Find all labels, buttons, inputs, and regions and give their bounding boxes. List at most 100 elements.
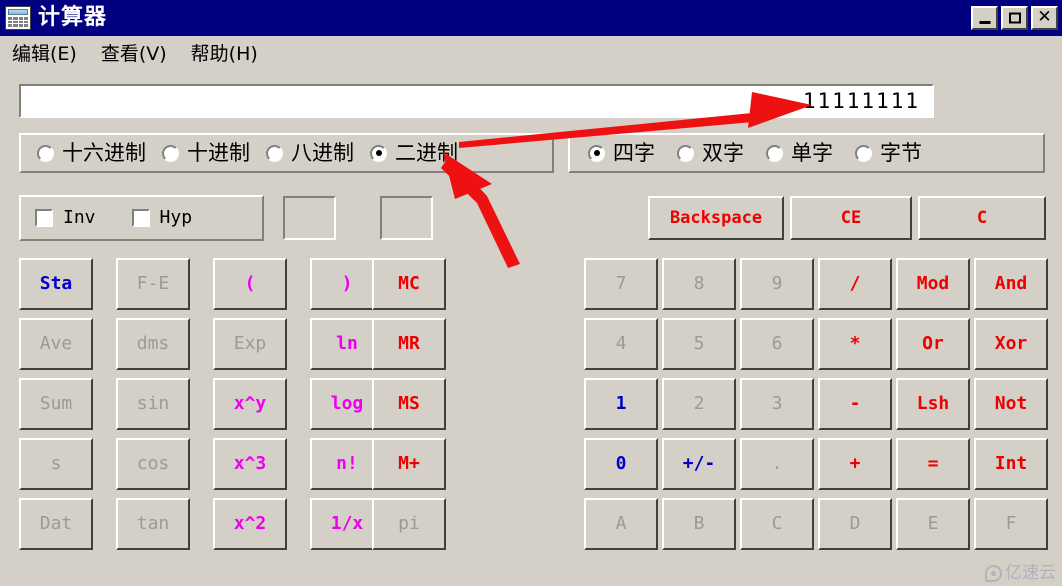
key-a[interactable]: A [584,498,658,550]
display-value: 11111111 [802,89,920,113]
key-subtract[interactable]: - [818,378,892,430]
key-sin[interactable]: sin [116,378,190,430]
menu-item-view[interactable]: 查看(V) [99,38,169,67]
radio-dec[interactable]: 十进制 [162,140,250,165]
key-x-squared[interactable]: x^2 [213,498,287,550]
key-add[interactable]: + [818,438,892,490]
calculator-icon [5,6,31,30]
key-mc[interactable]: MC [372,258,446,310]
key-6[interactable]: 6 [740,318,814,370]
key-dat[interactable]: Dat [19,498,93,550]
key-not[interactable]: Not [974,378,1048,430]
radio-qword[interactable]: 四字 [588,140,655,165]
key-dms[interactable]: dms [116,318,190,370]
key-7[interactable]: 7 [584,258,658,310]
radio-dword-label: 双字 [702,140,744,165]
key-multiply[interactable]: * [818,318,892,370]
radio-dot-selected-icon [588,144,605,162]
key-ave[interactable]: Ave [19,318,93,370]
radio-binary[interactable]: 二进制 [370,140,458,165]
menu-item-edit[interactable]: 编辑(E) [10,38,79,67]
radio-qword-label: 四字 [613,140,655,165]
key-fe[interactable]: F-E [116,258,190,310]
key-x-pow-y[interactable]: x^y [213,378,287,430]
radio-dot-icon [162,144,179,162]
key-exp[interactable]: Exp [213,318,287,370]
checkbox-icon [35,209,53,227]
word-size-group: 四字 双字 单字 字节 [568,133,1045,173]
key-b[interactable]: B [662,498,736,550]
key-s[interactable]: s [19,438,93,490]
key-equals[interactable]: = [896,438,970,490]
key-2[interactable]: 2 [662,378,736,430]
key-and[interactable]: And [974,258,1048,310]
checkbox-inv-label: Inv [63,207,96,228]
radio-dot-icon [855,144,872,162]
status-slot-2 [380,196,433,240]
radio-binary-label: 二进制 [395,140,458,165]
radio-dec-label: 十进制 [187,140,250,165]
key-lparen[interactable]: ( [213,258,287,310]
checkbox-inv[interactable]: Inv [35,209,96,227]
watermark: 亿速云 [985,565,1056,582]
minimize-button[interactable] [971,6,998,30]
window-title: 计算器 [38,5,108,30]
radio-dot-icon [766,144,783,162]
menu-item-help[interactable]: 帮助(H) [189,38,260,67]
ce-button[interactable]: CE [790,196,912,240]
radio-oct-label: 八进制 [291,140,354,165]
key-x-cubed[interactable]: x^3 [213,438,287,490]
key-divide[interactable]: / [818,258,892,310]
radio-hex-label: 十六进制 [62,140,146,165]
key-4[interactable]: 4 [584,318,658,370]
checkbox-icon [131,209,150,227]
watermark-logo-icon [985,565,1002,582]
key-decimal-point[interactable]: . [740,438,814,490]
radio-dword[interactable]: 双字 [677,140,744,165]
key-1[interactable]: 1 [584,378,658,430]
key-3[interactable]: 3 [740,378,814,430]
calculator-window: 计算器 ✕ 编辑(E) 查看(V) 帮助(H) 11111111 十六进制 十进… [0,0,1062,586]
key-lsh[interactable]: Lsh [896,378,970,430]
radio-dot-icon [37,144,54,162]
key-c-hex[interactable]: C [740,498,814,550]
key-0[interactable]: 0 [584,438,658,490]
key-8[interactable]: 8 [662,258,736,310]
backspace-button[interactable]: Backspace [648,196,784,240]
key-sta[interactable]: Sta [19,258,93,310]
key-e[interactable]: E [896,498,970,550]
key-tan[interactable]: tan [116,498,190,550]
key-mr[interactable]: MR [372,318,446,370]
radio-dot-icon [266,144,283,162]
key-d[interactable]: D [818,498,892,550]
key-or[interactable]: Or [896,318,970,370]
key-sign-toggle[interactable]: +/- [662,438,736,490]
radio-word[interactable]: 单字 [766,140,833,165]
key-int[interactable]: Int [974,438,1048,490]
display-field[interactable]: 11111111 [19,84,934,118]
key-ms[interactable]: MS [372,378,446,430]
radio-oct[interactable]: 八进制 [266,140,354,165]
key-sum[interactable]: Sum [19,378,93,430]
close-button[interactable]: ✕ [1031,6,1058,30]
modifier-group: Inv Hyp [19,195,264,241]
checkbox-hyp-label: Hyp [159,207,193,228]
key-9[interactable]: 9 [740,258,814,310]
key-mod[interactable]: Mod [896,258,970,310]
key-5[interactable]: 5 [662,318,736,370]
radio-byte[interactable]: 字节 [855,142,922,164]
key-m-plus[interactable]: M+ [372,438,446,490]
radio-hex[interactable]: 十六进制 [37,140,146,165]
c-button[interactable]: C [918,196,1046,240]
radio-word-label: 单字 [791,140,833,165]
window-controls: ✕ [971,6,1058,30]
number-base-group: 十六进制 十进制 八进制 二进制 [19,133,554,173]
key-f[interactable]: F [974,498,1048,550]
maximize-button[interactable] [1001,6,1028,30]
key-pi[interactable]: pi [372,498,446,550]
checkbox-hyp[interactable]: Hyp [131,207,193,228]
radio-dot-selected-icon [370,144,387,162]
key-cos[interactable]: cos [116,438,190,490]
status-slot-1 [283,196,336,240]
key-xor[interactable]: Xor [974,318,1048,370]
